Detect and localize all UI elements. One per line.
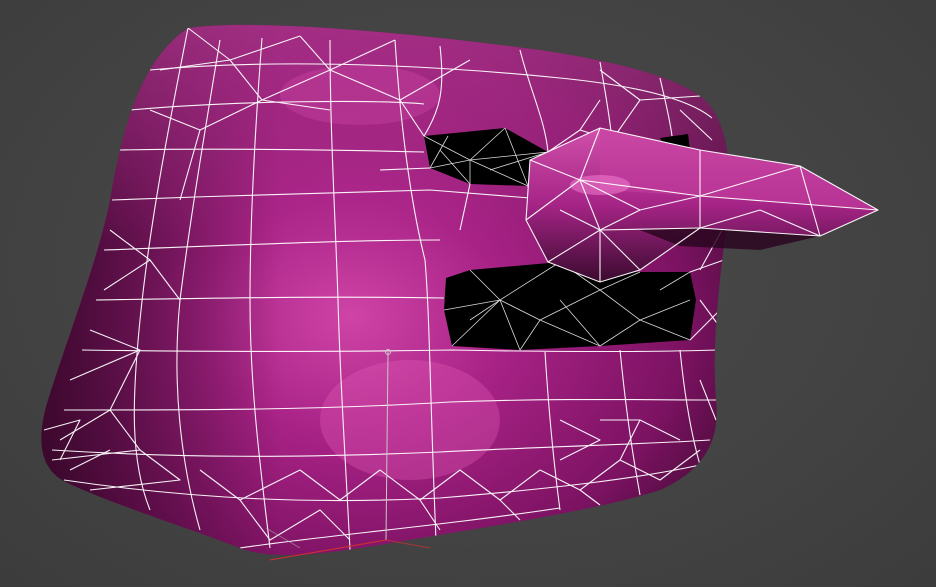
viewport-canvas[interactable] — [0, 0, 936, 587]
3d-viewport[interactable] — [0, 0, 936, 587]
mouth-hole — [443, 261, 696, 351]
